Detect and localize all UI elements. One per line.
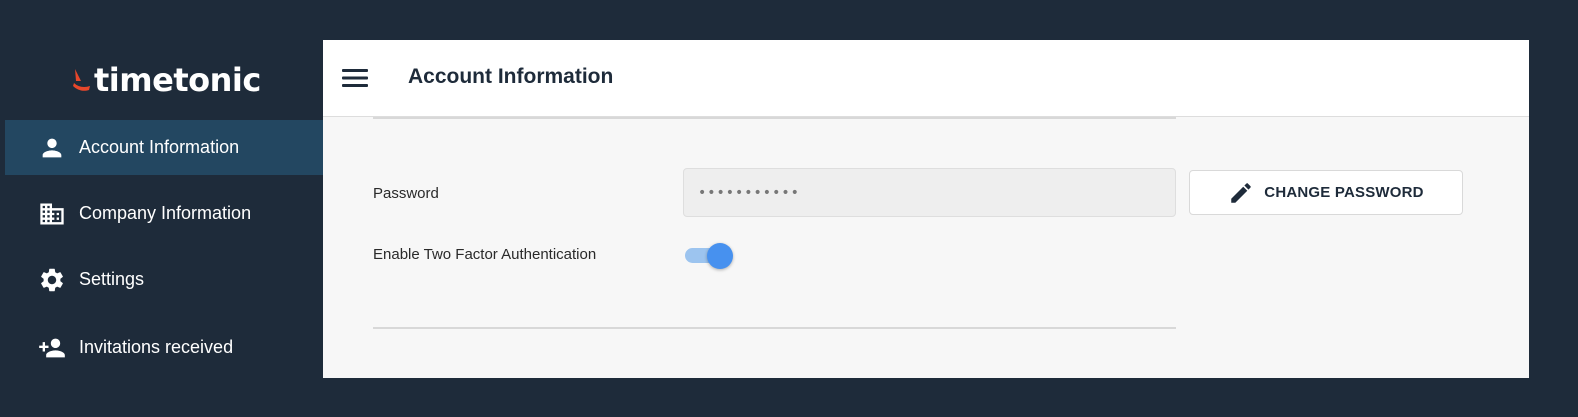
- password-label: Password: [373, 185, 439, 202]
- top-bar: Account Information: [323, 40, 1529, 117]
- person-icon: [38, 134, 66, 162]
- app-window: timetonic Account Information Company In…: [0, 0, 1578, 417]
- two-factor-toggle[interactable]: [685, 242, 735, 269]
- sidebar-item-settings[interactable]: Settings: [5, 252, 323, 307]
- person-add-icon: [38, 334, 66, 362]
- sidebar-item-label: Settings: [79, 269, 145, 289]
- sidebar-item-invitations-received[interactable]: Invitations received: [5, 320, 323, 375]
- change-password-label: CHANGE PASSWORD: [1264, 184, 1424, 201]
- sidebar-item-account-information[interactable]: Account Information: [5, 120, 323, 175]
- sidebar: timetonic Account Information Company In…: [0, 0, 323, 417]
- sidebar-item-label: Invitations received: [79, 337, 234, 357]
- sidebar-item-label: Company Information: [79, 203, 252, 223]
- two-factor-label: Enable Two Factor Authentication: [373, 246, 597, 263]
- gear-icon: [38, 266, 66, 294]
- sidebar-item-label: Account Information: [79, 137, 240, 157]
- hamburger-menu-icon[interactable]: [340, 64, 370, 92]
- password-field[interactable]: [683, 168, 1176, 217]
- page-title: Account Information: [408, 65, 614, 88]
- sidebar-item-company-information[interactable]: Company Information: [5, 186, 323, 241]
- toggle-knob: [707, 243, 733, 269]
- main-panel: Account Information Password CHANGE PASS…: [323, 40, 1529, 378]
- brand-logo: timetonic: [72, 60, 261, 100]
- pencil-icon: [1231, 182, 1252, 203]
- building-icon: [38, 200, 66, 228]
- brand-name: timetonic: [94, 61, 261, 99]
- section-divider: [373, 327, 1176, 329]
- logo-mark-icon: [73, 69, 90, 91]
- section-divider: [373, 117, 1176, 119]
- change-password-button[interactable]: CHANGE PASSWORD: [1189, 170, 1463, 215]
